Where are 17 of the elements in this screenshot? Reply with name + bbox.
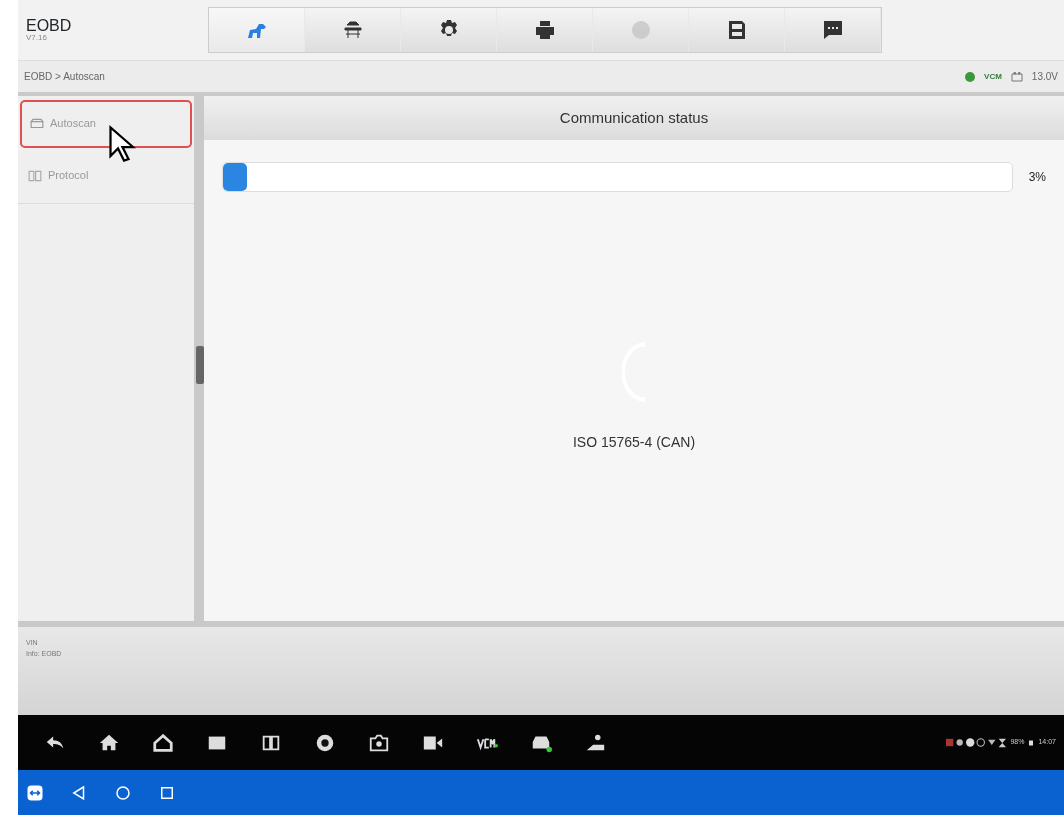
sidebar-item[interactable]: Autoscan (20, 100, 192, 148)
connection-icon (964, 70, 977, 83)
collapse-handle[interactable] (196, 346, 204, 384)
module-icon (26, 168, 44, 183)
progress-reading: 3% (1028, 169, 1046, 186)
vcm-label: VCM (984, 70, 1002, 83)
panel-title: Communication status (204, 96, 1064, 140)
house-icon (152, 731, 174, 754)
home-icon[interactable] (114, 783, 132, 802)
app-version: V7.16 (26, 34, 48, 44)
breadcrumb-text: EOBD > Autoscan (24, 70, 105, 84)
app-title: EOBD (26, 16, 73, 35)
protocol-text: ISO 15765-4 (CAN) (572, 433, 696, 452)
battery-icon (1009, 70, 1024, 83)
voltage-text: 13.0V (1031, 70, 1058, 84)
status-icons-drawing (946, 736, 1007, 749)
remote-icon[interactable] (26, 783, 44, 802)
